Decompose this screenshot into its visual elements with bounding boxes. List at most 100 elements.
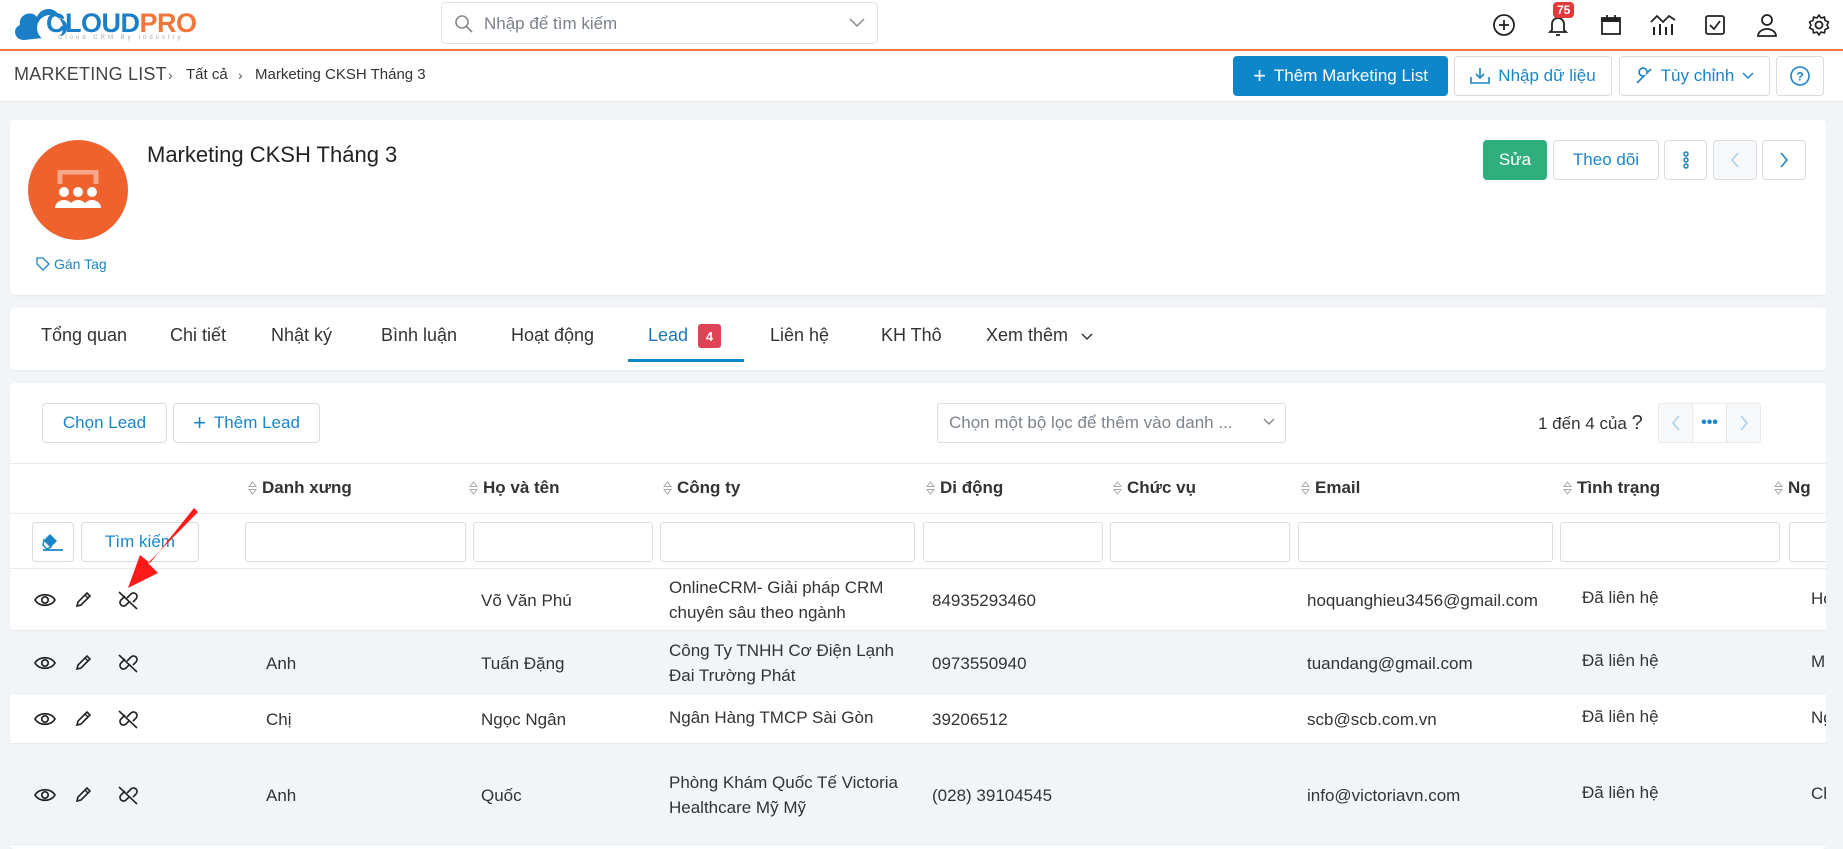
column-header[interactable]: Chức vụ [1113, 478, 1196, 498]
table-row[interactable]: Anh Quốc Phòng Khám Quốc Tế Victoria Health… [10, 744, 1826, 845]
column-filter-input[interactable] [245, 522, 466, 562]
sort-icon [1113, 481, 1122, 495]
column-header[interactable]: Công ty [663, 478, 740, 498]
cloudpro-logo[interactable]: CLOUDPRO Cloud CRM By Industry [10, 2, 200, 46]
help-button[interactable]: ? [1776, 56, 1824, 96]
breadcrumb-current: Marketing CKSH Tháng 3 [255, 66, 426, 83]
column-filter-input[interactable] [660, 522, 915, 562]
previous-record-button[interactable] [1713, 140, 1757, 180]
cell-salutation: Chị [266, 710, 292, 729]
tab-overview[interactable]: Tổng quan [41, 325, 127, 346]
column-filter-input[interactable] [1110, 522, 1290, 562]
tab-raw-customers[interactable]: KH Thô [881, 325, 942, 346]
add-lead-button[interactable]: + Thêm Lead [173, 403, 320, 443]
chevron-left-icon [1671, 415, 1680, 431]
column-header[interactable]: Danh xưng [248, 478, 352, 498]
tag-icon [36, 257, 50, 271]
add-circle-icon[interactable] [1491, 12, 1517, 38]
cell-mobile: 0973550940 [932, 653, 1027, 673]
table-row[interactable]: Anh Tuấn Đặng Công Ty TNHH Cơ Điện Lạnh Đai… [10, 631, 1826, 694]
cell-company-line2: Healthcare Mỹ Mỹ [669, 797, 806, 817]
gear-icon[interactable] [1806, 12, 1832, 38]
column-filter-input[interactable] [1560, 522, 1780, 562]
checkbox-icon[interactable] [1702, 12, 1728, 38]
download-icon [1470, 68, 1491, 84]
column-filter-input[interactable] [1789, 522, 1830, 562]
column-filter-input[interactable] [473, 522, 653, 562]
column-filter-input[interactable] [1298, 522, 1553, 562]
view-icon[interactable] [34, 589, 56, 611]
global-search[interactable]: Nhập để tìm kiếm [441, 2, 878, 44]
chevron-right-icon: › [168, 67, 173, 83]
next-record-button[interactable] [1762, 140, 1806, 180]
sort-icon [1563, 481, 1572, 495]
chevron-down-icon [1742, 72, 1754, 80]
view-icon[interactable] [34, 708, 56, 730]
tab-contacts[interactable]: Liên hệ [770, 325, 829, 346]
view-icon[interactable] [34, 784, 56, 806]
user-icon[interactable] [1754, 12, 1780, 38]
add-marketing-list-button[interactable]: + Thêm Marketing List [1233, 56, 1448, 96]
search-input[interactable]: Nhập để tìm kiếm [484, 14, 617, 34]
edit-icon[interactable] [72, 784, 94, 806]
select-lead-button[interactable]: Chọn Lead [42, 403, 167, 443]
record-title: Marketing CKSH Tháng 3 [147, 142, 398, 167]
divider [10, 463, 1826, 464]
tab-details[interactable]: Chi tiết [170, 325, 226, 346]
column-header[interactable]: Ng [1774, 478, 1826, 498]
edit-button[interactable]: Sửa [1483, 140, 1547, 180]
view-icon[interactable] [34, 652, 56, 674]
page-more-button[interactable]: ••• [1692, 404, 1727, 442]
chevron-down-icon[interactable] [849, 18, 865, 28]
wrench-icon [1636, 67, 1652, 84]
breadcrumb-all[interactable]: Tất cả [186, 66, 228, 83]
cell-salutation: Anh [266, 785, 297, 805]
cell-full-name: Ngọc Ngân [481, 710, 567, 729]
svg-text:?: ? [1796, 70, 1803, 84]
cell-truncated: Ng [1811, 708, 1826, 727]
calendar-icon[interactable] [1598, 12, 1624, 38]
pagination-total-help[interactable]: ? [1632, 412, 1643, 434]
next-page-button[interactable] [1727, 404, 1760, 442]
eraser-icon [42, 534, 63, 551]
edit-icon[interactable] [72, 708, 94, 730]
cell-mobile: 39206512 [932, 710, 1008, 729]
column-filter-input[interactable] [923, 522, 1103, 562]
column-header[interactable]: Họ và tên [469, 478, 560, 498]
previous-page-button[interactable] [1659, 404, 1692, 442]
cell-mobile: (028) 39104545 [932, 785, 1053, 805]
unlink-icon[interactable] [115, 784, 141, 806]
tab-activities[interactable]: Hoạt động [511, 325, 594, 346]
cell-email: hoquanghieu3456@gmail.com [1307, 591, 1538, 610]
follow-button[interactable]: Theo dõi [1553, 140, 1659, 180]
column-header[interactable]: Di động [926, 478, 1003, 498]
filter-select[interactable]: Chọn một bộ lọc để thêm vào danh ... [937, 403, 1286, 443]
column-header[interactable]: Email [1301, 478, 1360, 498]
unlink-icon[interactable] [115, 652, 141, 674]
assign-tag-link[interactable]: Gán Tag [36, 256, 107, 272]
cell-status: Đã liên hệ [1582, 782, 1659, 802]
ellipsis-icon: ••• [1701, 414, 1718, 431]
chart-icon[interactable] [1650, 12, 1676, 38]
import-data-button[interactable]: Nhập dữ liệu [1454, 56, 1612, 96]
tab-comments[interactable]: Bình luận [381, 325, 457, 346]
customize-button[interactable]: Tùy chỉnh [1619, 56, 1770, 96]
avatar [28, 140, 128, 240]
table-row[interactable]: Võ Văn Phú OnlineCRM- Giải pháp CRM chuyên… [10, 569, 1826, 631]
clear-filters-button[interactable] [32, 522, 74, 562]
edit-icon[interactable] [72, 652, 94, 674]
tab-more[interactable]: Xem thêm [986, 325, 1093, 346]
breadcrumb-module[interactable]: MARKETING LIST [14, 64, 167, 85]
table-row[interactable]: Chị Ngọc Ngân Ngân Hàng TMCP Sài Gòn 392065… [10, 694, 1826, 744]
tab-lead[interactable]: Lead [648, 325, 688, 346]
cell-salutation: Anh [266, 653, 297, 673]
unlink-icon[interactable] [115, 708, 141, 730]
edit-icon[interactable] [72, 589, 94, 611]
cell-company-line1: OnlineCRM- Giải pháp CRM [669, 578, 884, 597]
notification-badge: 75 [1553, 2, 1575, 18]
sort-icon [663, 481, 672, 495]
tab-log[interactable]: Nhật ký [271, 325, 332, 346]
more-actions-button[interactable] [1664, 140, 1707, 180]
cell-email: scb@scb.com.vn [1307, 710, 1437, 729]
column-header[interactable]: Tình trạng [1563, 478, 1660, 498]
